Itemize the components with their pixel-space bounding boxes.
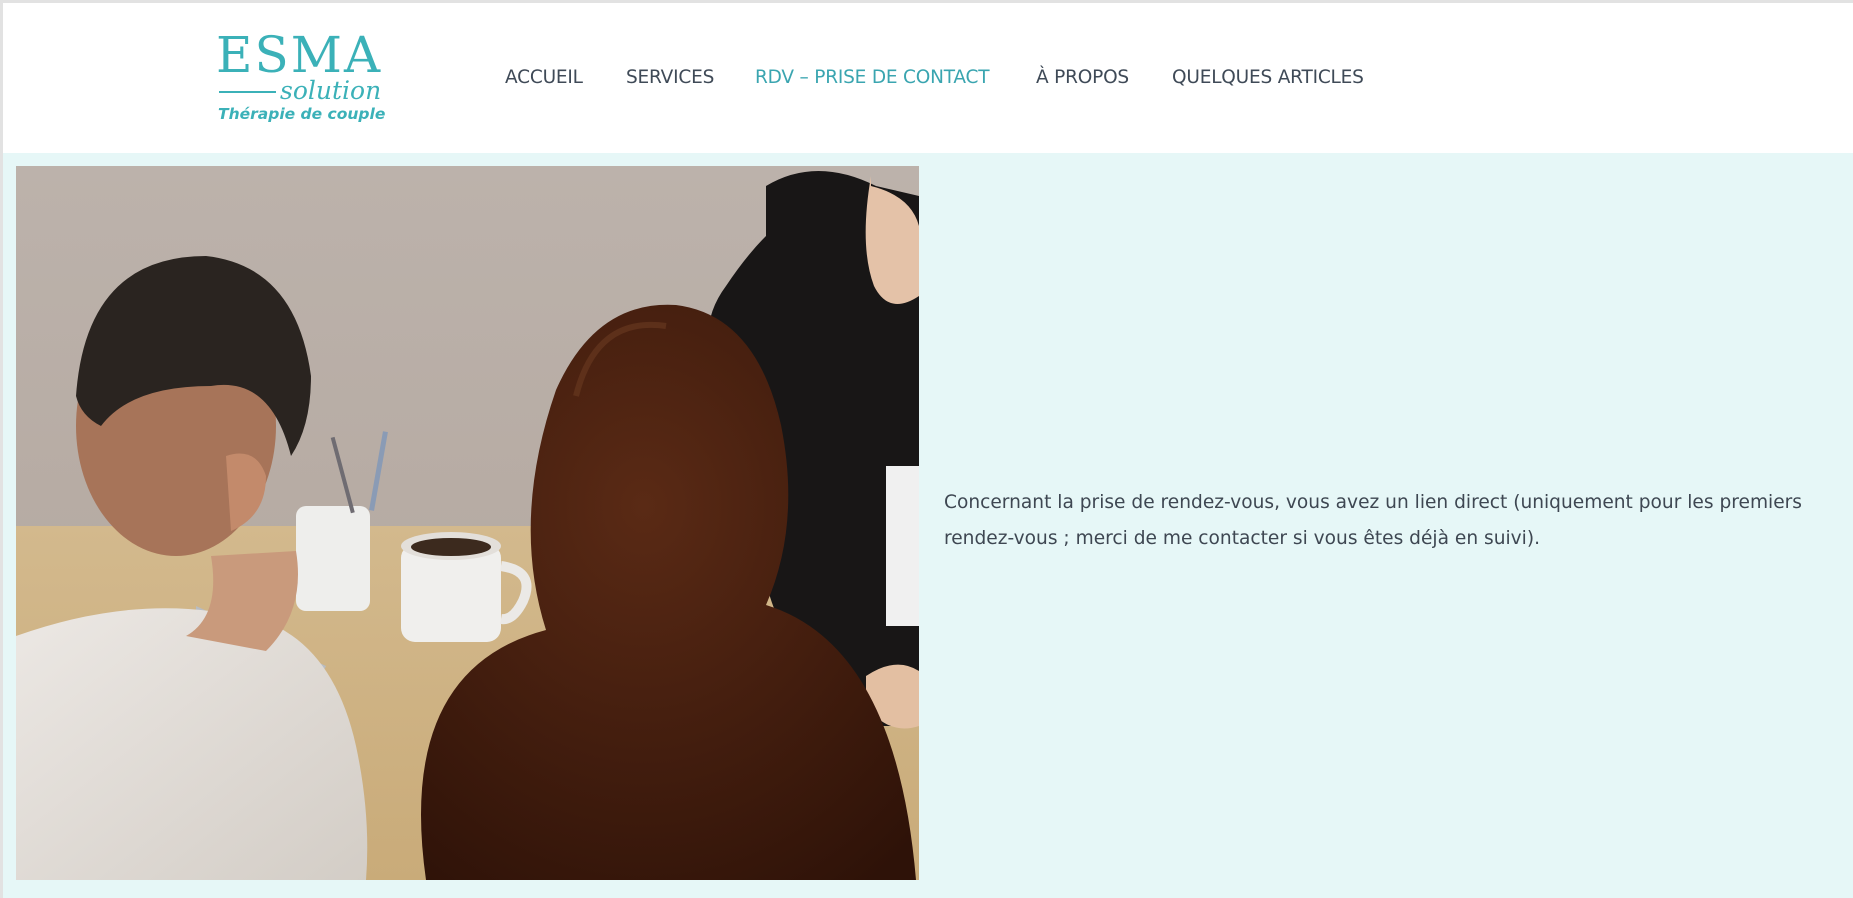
site-logo[interactable]: ESMA solution Thérapie de couple — [216, 27, 385, 131]
nav-a-propos[interactable]: À PROPOS — [1036, 67, 1129, 88]
logo-tagline: Thérapie de couple — [218, 105, 386, 123]
appointment-info-text: Concernant la prise de rendez-vous, vous… — [944, 492, 1802, 549]
nav-services[interactable]: SERVICES — [626, 67, 714, 88]
consultation-photo — [16, 166, 919, 880]
logo-subtitle: solution — [280, 76, 382, 105]
content-band: Concernant la prise de rendez-vous, vous… — [3, 153, 1853, 898]
site-header: ESMA solution Thérapie de couple ACCUEIL… — [3, 3, 1853, 153]
nav-accueil[interactable]: ACCUEIL — [505, 67, 583, 88]
logo-rule — [219, 91, 276, 93]
nav-rdv-contact[interactable]: RDV – PRISE DE CONTACT — [755, 67, 990, 88]
nav-articles[interactable]: QUELQUES ARTICLES — [1172, 67, 1364, 88]
consultation-illustration — [16, 166, 919, 880]
